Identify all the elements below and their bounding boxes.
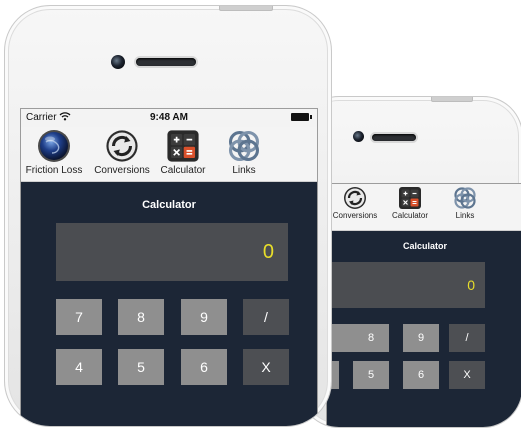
- back-tab-links[interactable]: Links: [437, 186, 493, 220]
- key-8[interactable]: 8: [118, 299, 164, 335]
- tab-conversions[interactable]: Conversions: [87, 129, 157, 176]
- tab-label: Links: [232, 165, 256, 176]
- tab-label: Friction Loss: [25, 165, 83, 176]
- earpiece-speaker: [372, 134, 416, 141]
- key-6[interactable]: 6: [181, 349, 227, 385]
- back-tab-conversions[interactable]: Conversions: [327, 186, 383, 220]
- key-4[interactable]: 4: [56, 349, 102, 385]
- key-7[interactable]: 7: [56, 299, 102, 335]
- key-divide[interactable]: /: [243, 299, 289, 335]
- back-page-title: Calculator: [402, 241, 447, 251]
- back-key-multiply[interactable]: X: [449, 361, 485, 389]
- tab-label: Conversions: [94, 165, 150, 176]
- key-9[interactable]: 9: [181, 299, 227, 335]
- clock: 9:48 AM: [150, 112, 188, 123]
- status-bar: Carrier 9:48 AM: [21, 109, 317, 127]
- phone-front: Carrier 9:48 AM Friction Loss Conversion…: [4, 5, 332, 427]
- tab-friction-loss[interactable]: Friction Loss: [21, 129, 89, 176]
- phone-back: Conversions Calculator Links Calculator …: [299, 96, 521, 428]
- back-calculator-display: 0: [327, 262, 485, 308]
- page-title: Calculator: [142, 199, 196, 211]
- tab-bar: Friction Loss Conversions Calculator Lin…: [21, 127, 317, 182]
- back-tab-bar: Conversions Calculator Links: [327, 184, 521, 231]
- refresh-icon: [106, 130, 138, 162]
- chain-links-icon: [454, 187, 476, 209]
- front-camera: [111, 55, 125, 69]
- chain-links-icon: [228, 130, 260, 162]
- tab-label: Calculator: [160, 165, 206, 176]
- back-tab-label: Conversions: [332, 211, 378, 220]
- power-button: [431, 97, 473, 102]
- globe-icon: [38, 130, 70, 162]
- tab-links[interactable]: Links: [209, 129, 279, 176]
- back-key-5[interactable]: 5: [353, 361, 389, 389]
- front-camera: [353, 131, 364, 142]
- power-button: [219, 6, 273, 11]
- key-5[interactable]: 5: [118, 349, 164, 385]
- calculator-display: 0: [56, 223, 288, 281]
- front-screen: Carrier 9:48 AM Friction Loss Conversion…: [20, 108, 318, 426]
- back-key-8[interactable]: 8: [353, 324, 389, 352]
- key-multiply[interactable]: X: [243, 349, 289, 385]
- back-tab-label: Links: [455, 211, 475, 220]
- back-screen: Conversions Calculator Links Calculator …: [326, 183, 521, 427]
- back-key-9[interactable]: 9: [403, 324, 439, 352]
- calculator-icon: [167, 130, 199, 162]
- back-key-divide[interactable]: /: [449, 324, 485, 352]
- earpiece-speaker: [136, 58, 196, 66]
- back-key-6[interactable]: 6: [403, 361, 439, 389]
- back-tab-calculator[interactable]: Calculator: [382, 186, 438, 220]
- tab-calculator[interactable]: Calculator: [148, 129, 218, 176]
- refresh-icon: [344, 187, 366, 209]
- calculator-icon: [399, 187, 421, 209]
- battery-icon: [291, 113, 312, 121]
- back-tab-label: Calculator: [391, 211, 428, 220]
